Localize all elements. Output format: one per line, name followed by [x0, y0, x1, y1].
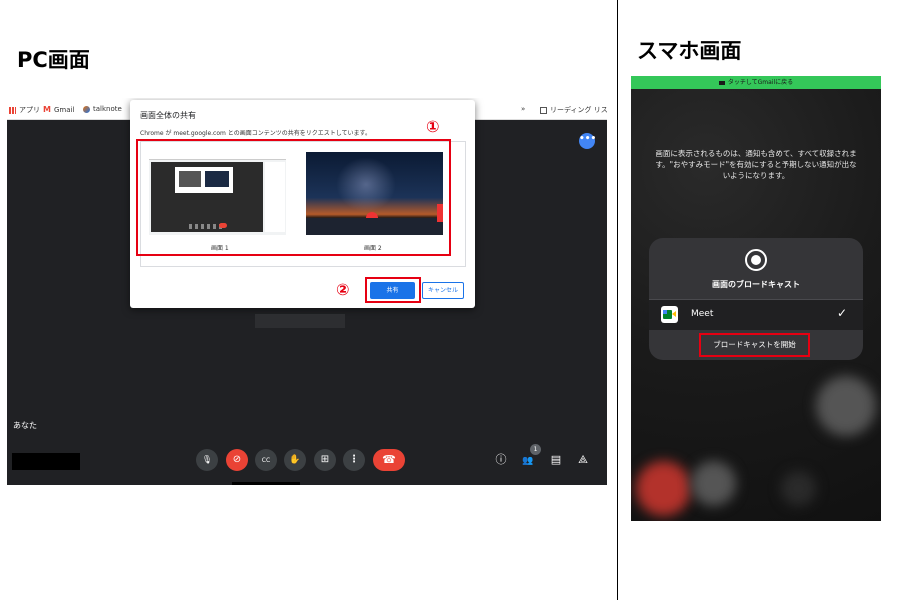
- more-vertical-icon: ⋮: [349, 454, 359, 465]
- more-options-button[interactable]: ⋮: [343, 449, 365, 471]
- video-camera-icon: [718, 80, 725, 85]
- captions-button[interactable]: CC: [255, 449, 277, 471]
- blurred-control-blob: [636, 461, 691, 516]
- present-button[interactable]: ⊞: [314, 449, 336, 471]
- share-screen-dialog: 画面全体の共有 Chrome が meet.google.com との画面コンテ…: [130, 100, 475, 308]
- bookmark-overflow-button[interactable]: »: [521, 105, 525, 113]
- step1-marker: ①: [426, 117, 440, 136]
- people-icon: 👥: [522, 456, 534, 466]
- camera-off-button[interactable]: ⊘: [226, 449, 248, 471]
- present-icon: ⊞: [320, 454, 330, 465]
- broadcast-card-title: 画面のブロードキャスト: [712, 280, 800, 289]
- dialog-description: Chrome が meet.google.com との画面コンテンツの共有をリク…: [140, 130, 371, 137]
- hand-icon: ✋: [289, 455, 301, 465]
- raise-hand-button[interactable]: ✋: [284, 449, 306, 471]
- bookmark-talknote[interactable]: talknote: [83, 105, 122, 113]
- meet-tile-shadow: [255, 314, 345, 328]
- broadcast-info-text: 画面に表示されるものは、通知も含めて、すべて収録されます。"おやすみモード"を有…: [655, 149, 857, 180]
- section-divider: [617, 0, 618, 600]
- meet-app-option[interactable]: Meet ✓: [649, 300, 863, 330]
- info-button[interactable]: ⓘ: [494, 453, 508, 467]
- start-broadcast-button[interactable]: ブロードキャストを開始: [699, 333, 810, 357]
- cancel-button[interactable]: キャンセル: [422, 282, 464, 299]
- info-icon: ⓘ: [495, 453, 507, 466]
- checkmark-icon: ✓: [837, 306, 848, 320]
- gmail-icon: M: [43, 105, 51, 114]
- bookmark-apps[interactable]: アプリ: [9, 105, 40, 115]
- end-call-button[interactable]: ☎: [373, 449, 405, 471]
- return-to-gmail-bar[interactable]: タッチしてGmailに戻る: [631, 76, 881, 89]
- reading-list-label: リーディング リスト: [550, 106, 607, 114]
- overflow-chevron-icon: »: [521, 105, 526, 113]
- phone-screenshot: タッチしてGmailに戻る 画面に表示されるものは、通知も含めて、すべて収録され…: [631, 76, 881, 521]
- phone-hangup-icon: ☎: [382, 453, 396, 466]
- record-dot-icon: [751, 255, 761, 265]
- blurred-control-blob: [691, 461, 736, 506]
- return-bar-label: タッチしてGmailに戻る: [727, 79, 794, 86]
- participants-count-badge: 1: [530, 444, 541, 455]
- blurred-control-blob: [816, 376, 876, 436]
- captions-icon: CC: [261, 457, 271, 464]
- bookmark-label: Gmail: [53, 105, 75, 114]
- broadcast-card: 画面のブロードキャスト Meet ✓ ブロードキャストを開始: [649, 238, 863, 360]
- name-redaction-box: [12, 453, 80, 470]
- meet-logo-icon: [661, 306, 678, 323]
- bottom-bar-accent: [232, 482, 300, 485]
- chat-icon: ▤: [550, 453, 562, 466]
- microphone-icon: 🎙: [201, 455, 213, 464]
- pc-screenshot: アプリ M Gmail talknote » リーディング リスト ••• 画面…: [7, 98, 607, 485]
- apps-grid-icon: [9, 106, 16, 114]
- meet-more-dot-icon[interactable]: •••: [579, 133, 596, 149]
- activities-button[interactable]: ⟁: [576, 453, 590, 467]
- reading-list-icon: [540, 106, 547, 114]
- camera-off-icon: ⊘: [232, 454, 242, 465]
- dialog-title: 画面全体の共有: [140, 111, 196, 120]
- mic-button[interactable]: 🎙: [196, 449, 218, 471]
- meet-app-name: Meet: [691, 309, 714, 319]
- step1-highlight-box: [136, 139, 451, 256]
- phone-section-heading: スマホ画面: [637, 39, 742, 63]
- talknote-icon: [83, 105, 90, 113]
- step2-highlight-box: [365, 277, 421, 303]
- blurred-control-blob: [781, 471, 816, 506]
- self-label: あなた: [13, 421, 37, 430]
- activities-icon: ⟁: [578, 453, 588, 466]
- step2-marker: ②: [336, 280, 350, 299]
- bookmark-label: talknote: [93, 105, 122, 113]
- people-button[interactable]: 👥: [521, 453, 535, 467]
- pc-section-heading: PC画面: [17, 48, 90, 72]
- chat-button[interactable]: ▤: [549, 453, 563, 467]
- reading-list-button[interactable]: リーディング リスト: [540, 105, 607, 115]
- bookmark-label: アプリ: [19, 106, 40, 114]
- bookmark-gmail[interactable]: M Gmail: [43, 105, 74, 114]
